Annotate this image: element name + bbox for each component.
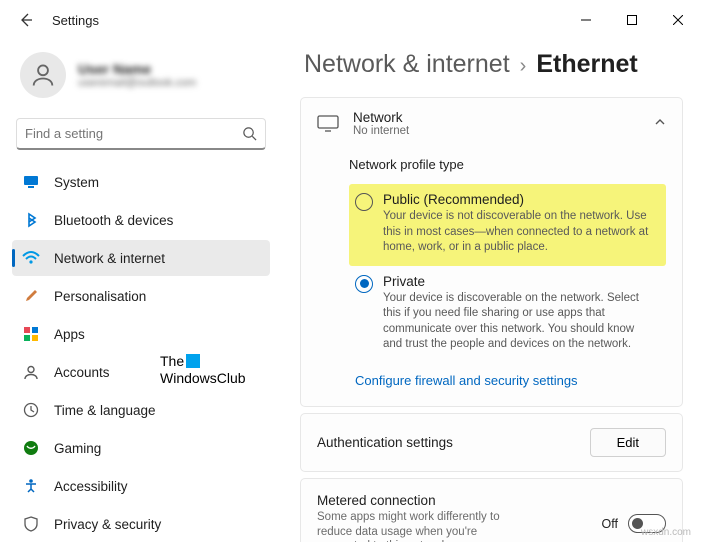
- nav-accounts[interactable]: Accounts: [12, 354, 270, 390]
- main-content: Network & internet › Ethernet Network No…: [282, 40, 701, 542]
- nav-label: Privacy & security: [54, 517, 161, 532]
- brush-icon: [22, 287, 40, 305]
- radio-selected-icon: [355, 275, 373, 293]
- accessibility-icon: [22, 477, 40, 495]
- sidebar: User Name useremail@outlook.com System B…: [0, 40, 282, 542]
- profile-text: User Name useremail@outlook.com: [78, 61, 196, 89]
- search-box[interactable]: [16, 118, 266, 150]
- profile-name: User Name: [78, 61, 196, 77]
- auth-row: Authentication settings Edit: [301, 414, 682, 471]
- window-controls: [563, 4, 701, 36]
- network-card-header[interactable]: Network No internet: [301, 98, 682, 149]
- network-card: Network No internet Network profile type…: [300, 97, 683, 407]
- breadcrumb-parent[interactable]: Network & internet: [304, 50, 510, 79]
- nav-label: Network & internet: [54, 251, 165, 266]
- radio-public[interactable]: Public (Recommended) Your device is not …: [349, 184, 666, 266]
- radio-private-desc: Your device is discoverable on the netwo…: [383, 291, 656, 353]
- maximize-button[interactable]: [609, 4, 655, 36]
- arrow-left-icon: [18, 12, 34, 28]
- bluetooth-icon: [22, 211, 40, 229]
- nav-label: Accounts: [54, 365, 110, 380]
- radio-public-title: Public (Recommended): [383, 192, 656, 207]
- titlebar: Settings: [0, 0, 701, 40]
- edit-button[interactable]: Edit: [590, 428, 666, 457]
- nav-label: System: [54, 175, 99, 190]
- nav-label: Accessibility: [54, 479, 128, 494]
- avatar: [20, 52, 66, 98]
- monitor-icon: [317, 115, 339, 133]
- wifi-icon: [22, 249, 40, 267]
- nav-label: Personalisation: [54, 289, 146, 304]
- minimize-button[interactable]: [563, 4, 609, 36]
- search-input[interactable]: [25, 126, 242, 141]
- radio-icon: [355, 193, 373, 211]
- shield-icon: [22, 515, 40, 533]
- profile-block[interactable]: User Name useremail@outlook.com: [12, 48, 270, 112]
- nav-apps[interactable]: Apps: [12, 316, 270, 352]
- chevron-right-icon: ›: [520, 55, 527, 78]
- radio-private[interactable]: Private Your device is discoverable on t…: [349, 266, 666, 363]
- radio-private-title: Private: [383, 274, 656, 289]
- nav-bluetooth[interactable]: Bluetooth & devices: [12, 202, 270, 238]
- network-subtitle: No internet: [353, 125, 409, 137]
- nav-list: System Bluetooth & devices Network & int…: [12, 164, 270, 542]
- search-icon: [242, 126, 257, 141]
- apps-icon: [22, 325, 40, 343]
- window-title: Settings: [52, 13, 99, 28]
- close-button[interactable]: [655, 4, 701, 36]
- profile-type-label: Network profile type: [349, 157, 666, 172]
- nav-label: Time & language: [54, 403, 156, 418]
- breadcrumb: Network & internet › Ethernet: [304, 50, 683, 79]
- nav-network[interactable]: Network & internet: [12, 240, 270, 276]
- gaming-icon: [22, 439, 40, 457]
- chevron-up-icon: [654, 116, 666, 131]
- profile-email: useremail@outlook.com: [78, 77, 196, 89]
- nav-time-language[interactable]: Time & language: [12, 392, 270, 428]
- nav-label: Bluetooth & devices: [54, 213, 173, 228]
- close-icon: [673, 15, 683, 25]
- firewall-link[interactable]: Configure firewall and security settings: [355, 373, 578, 388]
- nav-accessibility[interactable]: Accessibility: [12, 468, 270, 504]
- back-button[interactable]: [6, 0, 46, 40]
- nav-label: Gaming: [54, 441, 101, 456]
- auth-title: Authentication settings: [317, 435, 590, 450]
- page-title: Ethernet: [536, 50, 637, 79]
- network-title: Network: [353, 110, 409, 125]
- metered-row: Metered connection Some apps might work …: [301, 479, 682, 542]
- accounts-icon: [22, 363, 40, 381]
- metered-desc: Some apps might work differently to redu…: [317, 510, 517, 542]
- metered-card: Metered connection Some apps might work …: [300, 478, 683, 542]
- system-icon: [22, 173, 40, 191]
- toggle-state-label: Off: [602, 517, 618, 531]
- metered-title: Metered connection: [317, 493, 602, 508]
- nav-gaming[interactable]: Gaming: [12, 430, 270, 466]
- clock-globe-icon: [22, 401, 40, 419]
- footer-credit: wsxdn.com: [641, 527, 691, 538]
- person-icon: [29, 61, 57, 89]
- nav-personalisation[interactable]: Personalisation: [12, 278, 270, 314]
- auth-card: Authentication settings Edit: [300, 413, 683, 472]
- nav-label: Apps: [54, 327, 85, 342]
- nav-privacy[interactable]: Privacy & security: [12, 506, 270, 542]
- maximize-icon: [627, 15, 637, 25]
- minimize-icon: [581, 15, 591, 25]
- nav-system[interactable]: System: [12, 164, 270, 200]
- radio-public-desc: Your device is not discoverable on the n…: [383, 209, 656, 256]
